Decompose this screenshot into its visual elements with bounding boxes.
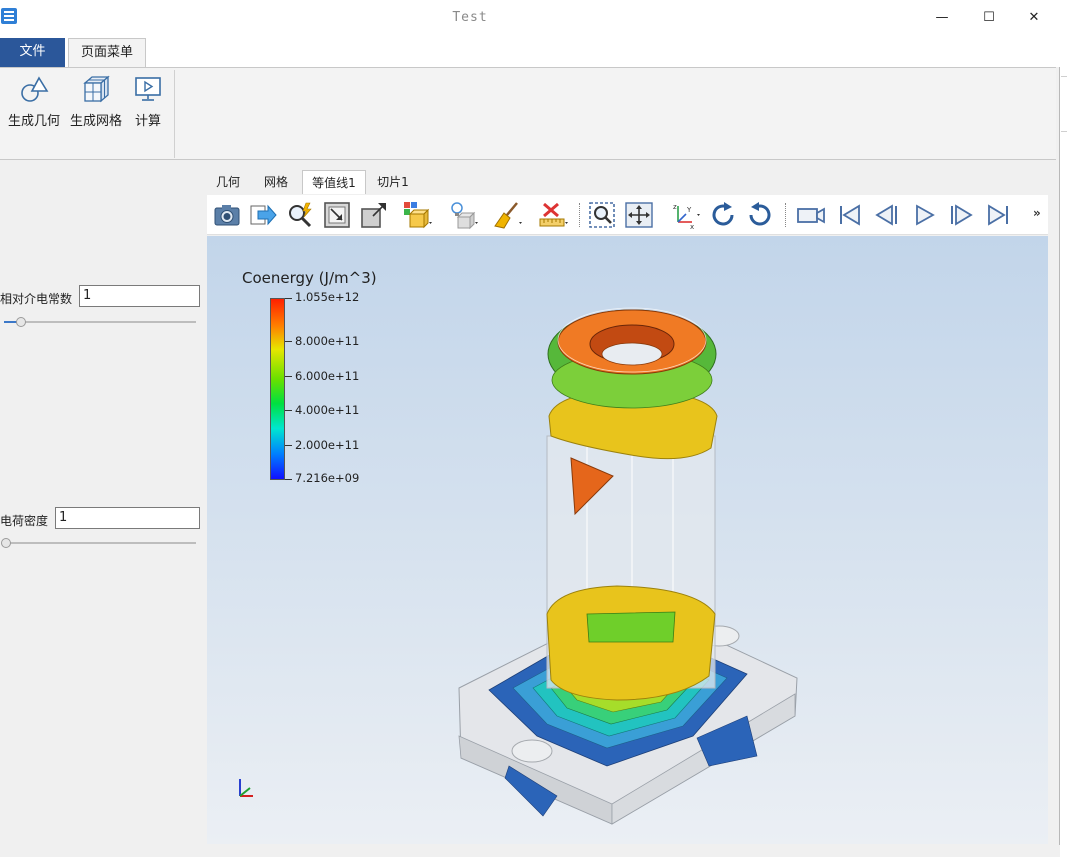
status-bar <box>0 845 1060 857</box>
generate-mesh-button[interactable]: 生成网格 <box>68 74 124 129</box>
toolbar-overflow-button[interactable]: » <box>1033 206 1041 220</box>
ribbon-panel: 生成几何 生成网格 计算 <box>0 67 1056 160</box>
charge-density-label: 电荷密度 <box>0 514 49 528</box>
permittivity-label: 相对介电常数 <box>0 292 73 306</box>
charge-density-slider-handle[interactable] <box>1 538 11 548</box>
app-window: Test — ☐ ✕ 文件 页面菜单 生成几何 生成网格 计算 相对介电常数 1… <box>0 0 1060 857</box>
legend-tick <box>285 445 292 446</box>
minimize-button[interactable]: — <box>927 7 957 29</box>
svg-text:x: x <box>690 223 694 230</box>
tab-contour-1[interactable]: 等值线1 <box>302 170 366 194</box>
mesh-cube-icon <box>83 75 110 103</box>
first-frame-icon[interactable] <box>835 200 865 230</box>
permittivity-slider-handle[interactable] <box>16 317 26 327</box>
legend-tick <box>285 479 292 480</box>
window-edge-mark <box>1061 76 1067 77</box>
rotate-ccw-icon[interactable] <box>745 200 775 230</box>
compute-label: 计算 <box>134 114 161 129</box>
legend-tick <box>285 298 292 299</box>
legend-label-max: 1.055e+12 <box>295 290 360 304</box>
close-button[interactable]: ✕ <box>1019 7 1049 29</box>
charge-density-input[interactable]: 1 <box>55 507 200 529</box>
compute-button[interactable]: 计算 <box>132 74 164 129</box>
camera-icon[interactable] <box>212 200 242 230</box>
maximize-button[interactable]: ☐ <box>974 7 1004 29</box>
render-toolbar: z Yx » <box>207 195 1048 235</box>
next-frame-icon[interactable] <box>946 200 976 230</box>
prev-frame-icon[interactable] <box>872 200 902 230</box>
render-viewport[interactable]: Coenergy (J/m^3) 1.055e+12 8.000e+11 6.0… <box>207 236 1048 844</box>
legend-label: 2.000e+11 <box>295 438 360 452</box>
zoom-auto-icon[interactable] <box>285 200 315 230</box>
ribbon-separator <box>174 70 175 158</box>
tab-slice-1[interactable]: 切片1 <box>371 170 415 194</box>
title-bar: Test — ☐ ✕ <box>0 0 1060 37</box>
legend-tick <box>285 376 292 377</box>
legend-label: 6.000e+11 <box>295 369 360 383</box>
generate-mesh-label: 生成网格 <box>69 114 122 129</box>
window-edge-mark <box>1061 131 1067 132</box>
toolbar-separator <box>579 203 581 227</box>
legend-label: 8.000e+11 <box>295 334 360 348</box>
reset-view-icon[interactable] <box>359 200 389 230</box>
geometry-icon <box>21 76 49 102</box>
legend-title: Coenergy (J/m^3) <box>242 269 377 287</box>
coenergy-contour-model <box>458 307 798 825</box>
legend-label: 4.000e+11 <box>295 403 360 417</box>
video-camera-icon[interactable] <box>796 200 826 230</box>
legend-label-min: 7.216e+09 <box>295 471 360 485</box>
fit-view-icon[interactable] <box>322 200 352 230</box>
export-icon[interactable] <box>248 200 278 230</box>
tab-mesh[interactable]: 网格 <box>255 170 297 194</box>
last-frame-icon[interactable] <box>983 200 1013 230</box>
monitor-play-icon <box>135 77 161 101</box>
clear-icon[interactable] <box>492 200 522 230</box>
ruler-icon[interactable] <box>538 200 568 230</box>
rotate-cw-icon[interactable] <box>708 200 738 230</box>
play-icon[interactable] <box>909 200 939 230</box>
parameter-panel: 相对介电常数 1 电荷密度 1 <box>0 165 204 855</box>
tab-file[interactable]: 文件 <box>0 38 65 67</box>
pan-icon[interactable] <box>624 200 654 230</box>
permittivity-input[interactable]: 1 <box>79 285 200 307</box>
legend-tick <box>285 410 292 411</box>
window-title: Test <box>452 10 488 25</box>
axis-orient-icon[interactable]: z Yx <box>670 200 700 231</box>
tab-geometry[interactable]: 几何 <box>207 170 249 194</box>
toolbar-separator <box>785 203 787 227</box>
legend-color-bar <box>270 298 285 480</box>
svg-text:Y: Y <box>686 206 692 214</box>
ribbon-tab-bar: 文件 页面菜单 <box>0 37 1060 67</box>
generate-geometry-label: 生成几何 <box>7 114 60 129</box>
tab-page-menu[interactable]: 页面菜单 <box>68 38 146 67</box>
light-icon[interactable] <box>448 200 478 230</box>
svg-text:z: z <box>673 203 677 211</box>
generate-geometry-button[interactable]: 生成几何 <box>6 74 62 129</box>
orientation-axes-icon <box>239 779 253 797</box>
legend-tick <box>285 341 292 342</box>
zoom-box-icon[interactable] <box>587 200 617 230</box>
charge-density-slider-track[interactable] <box>4 542 196 544</box>
representation-icon[interactable] <box>402 200 432 230</box>
permittivity-slider-track[interactable] <box>4 321 196 323</box>
